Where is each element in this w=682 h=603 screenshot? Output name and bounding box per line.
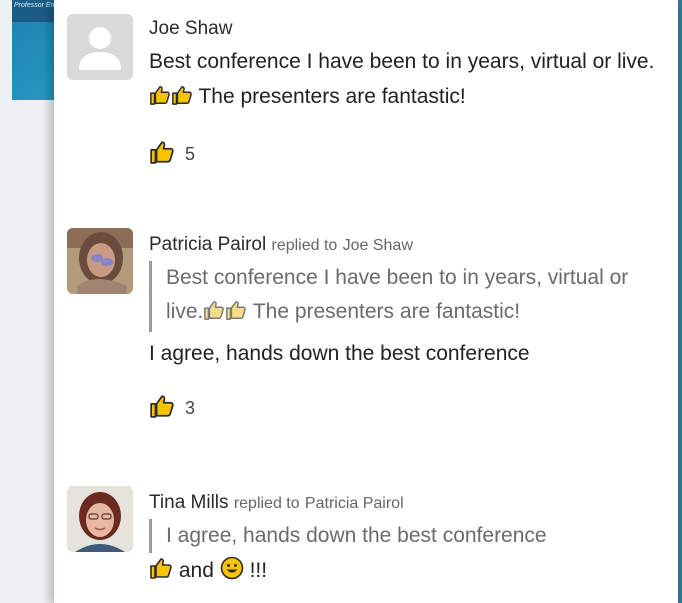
comment-text: Best conference I have been to in years,… — [149, 44, 658, 117]
thumbs-up-icon — [149, 82, 171, 117]
comment-author[interactable]: Joe Shaw — [149, 18, 232, 39]
like-counter: 5 — [149, 139, 658, 170]
like-button[interactable] — [149, 393, 175, 424]
user-avatar[interactable] — [67, 228, 133, 294]
comments-panel: Joe Shaw Best conference I have been to … — [54, 0, 678, 603]
thumbs-up-icon — [149, 556, 173, 591]
quoted-comment: I agree, hands down the best conference — [149, 519, 658, 553]
replied-to-label: replied to — [233, 495, 300, 512]
like-button[interactable] — [149, 139, 175, 170]
thumbs-up-icon — [203, 298, 225, 332]
thumbs-up-icon — [171, 82, 193, 117]
replied-to-label: replied to — [271, 237, 338, 254]
comment-header: Tina Mills replied to Patricia Pairol — [149, 492, 658, 515]
background-edge — [678, 0, 682, 603]
like-count: 5 — [185, 144, 196, 164]
placeholder-user-icon[interactable] — [67, 14, 133, 80]
replied-to-author[interactable]: Patricia Pairol — [305, 495, 404, 512]
comment-text: I agree, hands down the best conference — [149, 342, 530, 365]
comment-author[interactable]: Tina Mills — [149, 492, 229, 513]
replied-to-author[interactable]: Joe Shaw — [343, 237, 413, 254]
comment-text: and !!! — [149, 553, 658, 591]
comment-header: Joe Shaw — [149, 18, 658, 40]
user-avatar[interactable] — [67, 486, 133, 552]
comment-author[interactable]: Patricia Pairol — [149, 234, 266, 255]
smiley-icon — [220, 556, 244, 591]
thumbs-up-icon — [225, 298, 247, 332]
comment-header: Patricia Pairol replied to Joe Shaw — [149, 234, 658, 257]
like-count: 3 — [185, 398, 196, 418]
quoted-comment: Best conference I have been to in years,… — [149, 261, 658, 332]
like-counter: 3 — [149, 393, 658, 424]
